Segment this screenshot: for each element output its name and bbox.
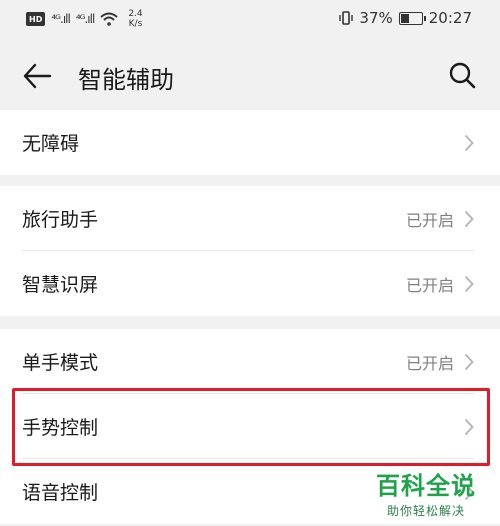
status-bar-left: HD ⁴ᴳ.ıll ⁴ᴳ.ıll 2.4 K/s xyxy=(26,9,143,29)
network-speed: 2.4 K/s xyxy=(128,9,142,29)
setting-item-one-hand-mode[interactable]: 单手模式 已开启 xyxy=(0,329,500,394)
battery-percent: 37% xyxy=(359,9,393,27)
setting-label: 无障碍 xyxy=(22,133,80,155)
chevron-right-icon xyxy=(464,418,474,435)
status-bar-right: 37% 20:27 xyxy=(339,9,472,27)
battery-icon xyxy=(398,11,426,25)
setting-item-smart-screen[interactable]: 智慧识屏 已开启 xyxy=(0,251,500,316)
watermark-subtitle: 助你轻松解决 xyxy=(386,504,465,518)
setting-status: 已开启 xyxy=(405,275,454,295)
setting-status: 已开启 xyxy=(405,210,454,230)
setting-status: 已开启 xyxy=(405,353,454,373)
chevron-right-icon xyxy=(464,275,474,292)
setting-label: 手势控制 xyxy=(22,417,99,439)
network-speed-value: 2.4 xyxy=(128,9,143,19)
search-icon[interactable] xyxy=(448,61,476,89)
battery-fill xyxy=(400,13,409,23)
page-title: 智能辅助 xyxy=(78,66,174,94)
app-header: 智能辅助 xyxy=(0,40,500,110)
hd-badge: HD xyxy=(26,12,46,26)
setting-item-accessibility[interactable]: 无障碍 xyxy=(0,110,500,175)
watermark-title: 百科全说 xyxy=(376,472,476,500)
setting-item-travel-assistant[interactable]: 旅行助手 已开启 xyxy=(0,186,500,251)
signal-icon-1: ⁴ᴳ.ıll xyxy=(51,12,71,26)
setting-label: 旅行助手 xyxy=(22,209,99,231)
settings-group-1: 无障碍 xyxy=(0,110,500,175)
status-bar: HD ⁴ᴳ.ıll ⁴ᴳ.ıll 2.4 K/s 37% 20:27 xyxy=(0,0,500,40)
setting-label: 智慧识屏 xyxy=(22,274,99,296)
back-arrow-icon[interactable] xyxy=(22,62,52,90)
clock: 20:27 xyxy=(428,9,472,27)
setting-item-gesture-control[interactable]: 手势控制 xyxy=(0,394,500,459)
watermark-logo: 百科全说 助你轻松解决 xyxy=(366,466,486,524)
signal-icon-2: ⁴ᴳ.ıll xyxy=(75,12,96,26)
vibrate-icon xyxy=(339,11,354,25)
chevron-right-icon xyxy=(464,353,474,370)
wifi-icon xyxy=(100,12,118,26)
setting-label: 单手模式 xyxy=(22,352,99,374)
network-speed-unit: K/s xyxy=(128,19,143,29)
chevron-right-icon xyxy=(464,134,474,151)
chevron-right-icon xyxy=(464,210,474,227)
settings-group-2: 旅行助手 已开启 智慧识屏 已开启 xyxy=(0,186,500,316)
